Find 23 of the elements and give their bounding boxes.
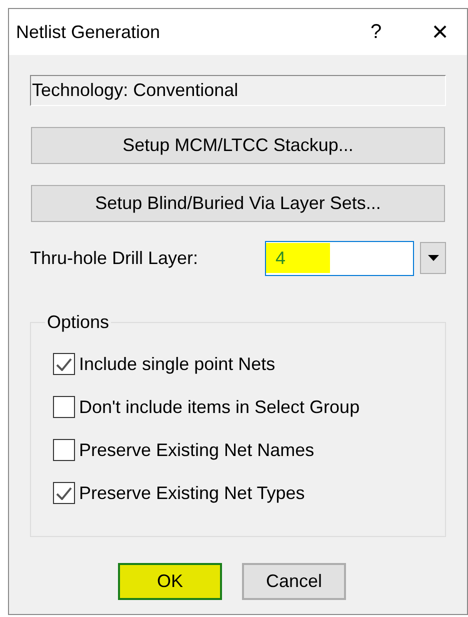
field-value: 4 bbox=[266, 243, 330, 273]
dialog-button[interactable]: OK bbox=[118, 563, 222, 600]
setup-button[interactable]: Setup Blind/Buried Via Layer Sets... bbox=[31, 185, 445, 222]
checkmark-icon bbox=[56, 486, 72, 500]
checkmark-icon bbox=[56, 358, 72, 370]
checkbox[interactable] bbox=[53, 439, 75, 461]
dialog-button[interactable]: Cancel bbox=[242, 563, 346, 600]
window-title: Netlist Generation bbox=[16, 20, 162, 44]
help-button[interactable]: ? bbox=[356, 17, 396, 47]
technology-label: Technology: Conventional bbox=[30, 75, 446, 106]
caret-icon bbox=[428, 255, 439, 261]
checkbox[interactable] bbox=[53, 353, 75, 375]
checkbox[interactable] bbox=[53, 482, 75, 504]
checkbox-label: Don't include items in Select Group bbox=[79, 396, 360, 419]
checkbox-label: Preserve Existing Net Names bbox=[79, 438, 314, 462]
setup-button[interactable]: Setup MCM/LTCC Stackup... bbox=[31, 127, 445, 164]
checkbox[interactable] bbox=[53, 396, 75, 418]
dropdown-button[interactable] bbox=[420, 242, 446, 274]
drill-layer-label: Thru-hole Drill Layer: bbox=[30, 246, 200, 270]
checkbox-label: Preserve Existing Net Types bbox=[79, 482, 305, 505]
checkbox-label: Include single point Nets bbox=[79, 352, 276, 376]
close-button[interactable]: × bbox=[420, 11, 460, 53]
drill-layer-field[interactable]: 4 bbox=[264, 240, 414, 276]
